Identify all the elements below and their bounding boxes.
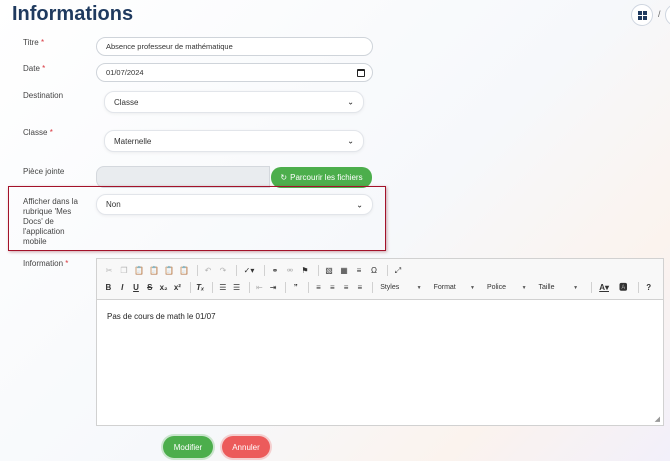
information-label: Information * — [23, 259, 69, 268]
align-left-icon[interactable]: ≡ — [313, 281, 324, 294]
align-right-icon[interactable]: ≡ — [341, 281, 352, 294]
editor-toolbar: ✂ ❐ 📋 📋 📋 📋 ↶ ↷ ✓▾ ⚭ ⚮ ⚑ ▧ ▦ ≡ Ω ⤢ B I U… — [97, 259, 663, 300]
piece-jointe-label: Pièce jointe — [23, 167, 65, 176]
copy-icon[interactable]: ❐ — [118, 264, 130, 277]
underline-icon[interactable]: U — [131, 281, 142, 294]
styles-dropdown[interactable]: Styles ▼ — [377, 281, 424, 294]
date-label: Date * — [23, 64, 46, 73]
spellcheck-icon[interactable]: ✓▾ — [241, 264, 257, 277]
paste-icon[interactable]: 📋 — [133, 264, 145, 277]
destination-select[interactable]: Classe ⌄ — [104, 91, 364, 113]
paste-text-icon[interactable]: 📋 — [148, 264, 160, 277]
align-center-icon[interactable]: ≡ — [327, 281, 338, 294]
background-color-icon[interactable]: 🅰 — [615, 281, 631, 294]
titre-label: Titre * — [23, 38, 45, 47]
blockquote-icon[interactable]: ” — [290, 281, 301, 294]
list-view-button[interactable] — [665, 4, 670, 26]
size-dropdown[interactable]: Taille ▼ — [536, 281, 582, 294]
date-value: 01/07/2024 — [106, 68, 144, 77]
header-separator: / — [658, 9, 661, 19]
mes-docs-value: Non — [106, 200, 121, 209]
bold-icon[interactable]: B — [103, 281, 114, 294]
subscript-icon[interactable]: x₂ — [158, 281, 169, 294]
calendar-icon[interactable] — [357, 68, 365, 77]
classe-select[interactable]: Maternelle ⌄ — [104, 130, 364, 152]
rich-text-editor[interactable]: ✂ ❐ 📋 📋 📋 📋 ↶ ↷ ✓▾ ⚭ ⚮ ⚑ ▧ ▦ ≡ Ω ⤢ B I U… — [96, 258, 664, 426]
image-icon[interactable]: ▧ — [323, 264, 335, 277]
strikethrough-icon[interactable]: S — [144, 281, 155, 294]
titre-input[interactable]: Absence professeur de mathématique — [96, 37, 373, 56]
anchor-flag-icon[interactable]: ⚑ — [299, 264, 311, 277]
format-dropdown[interactable]: Format ▼ — [431, 281, 478, 294]
mes-docs-label: Afficher dans la rubrique 'Mes Docs' de … — [23, 197, 78, 246]
chevron-down-icon: ⌄ — [356, 200, 363, 209]
date-input[interactable]: 01/07/2024 — [96, 63, 373, 82]
font-dropdown[interactable]: Police ▼ — [484, 281, 530, 294]
numbered-list-icon[interactable]: ☰ — [217, 281, 228, 294]
align-justify-icon[interactable]: ≡ — [354, 281, 365, 294]
link-icon[interactable]: ⚭ — [269, 264, 281, 277]
remove-format-icon[interactable]: Tₓ — [195, 281, 206, 294]
undo-icon[interactable]: ↶ — [202, 264, 214, 277]
mes-docs-select[interactable]: Non ⌄ — [96, 194, 373, 215]
classe-value: Maternelle — [114, 136, 152, 146]
browse-files-button[interactable]: ↻ Parcourir les fichiers — [271, 167, 372, 188]
maximize-icon[interactable]: ⤢ — [392, 264, 404, 277]
destination-label: Destination — [23, 91, 64, 100]
page-title: Informations — [12, 3, 134, 25]
italic-icon[interactable]: I — [117, 281, 128, 294]
paste-special-icon[interactable]: 📋 — [178, 264, 190, 277]
resize-grip-icon[interactable]: ◢ — [655, 415, 660, 423]
outdent-icon[interactable]: ⇤ — [254, 281, 265, 294]
unlink-icon[interactable]: ⚮ — [284, 264, 296, 277]
modifier-button[interactable]: Modifier — [163, 436, 213, 458]
superscript-icon[interactable]: x² — [172, 281, 183, 294]
table-icon[interactable]: ▦ — [338, 264, 350, 277]
indent-icon[interactable]: ⇥ — [268, 281, 279, 294]
chevron-down-icon: ⌄ — [347, 97, 354, 107]
text-color-icon[interactable]: A▾ — [596, 281, 612, 294]
chevron-down-icon: ⌄ — [347, 136, 354, 146]
grid-view-button[interactable] — [631, 4, 653, 26]
paste-word-icon[interactable]: 📋 — [163, 264, 175, 277]
cut-icon[interactable]: ✂ — [103, 264, 115, 277]
titre-value: Absence professeur de mathématique — [106, 42, 233, 51]
annuler-button[interactable]: Annuler — [222, 436, 270, 458]
special-char-icon[interactable]: Ω — [368, 264, 380, 277]
refresh-icon: ↻ — [280, 173, 288, 182]
grid-icon — [637, 10, 647, 20]
horizontal-line-icon[interactable]: ≡ — [353, 264, 365, 277]
help-icon[interactable]: ? — [643, 281, 654, 294]
browse-files-label: Parcourir les fichiers — [290, 173, 363, 182]
file-input[interactable] — [96, 166, 270, 188]
bulleted-list-icon[interactable]: ☰ — [231, 281, 242, 294]
editor-content[interactable]: Pas de cours de math le 01/07 — [97, 300, 663, 333]
destination-value: Classe — [114, 97, 139, 107]
redo-icon[interactable]: ↷ — [217, 264, 229, 277]
classe-label: Classe * — [23, 128, 53, 137]
